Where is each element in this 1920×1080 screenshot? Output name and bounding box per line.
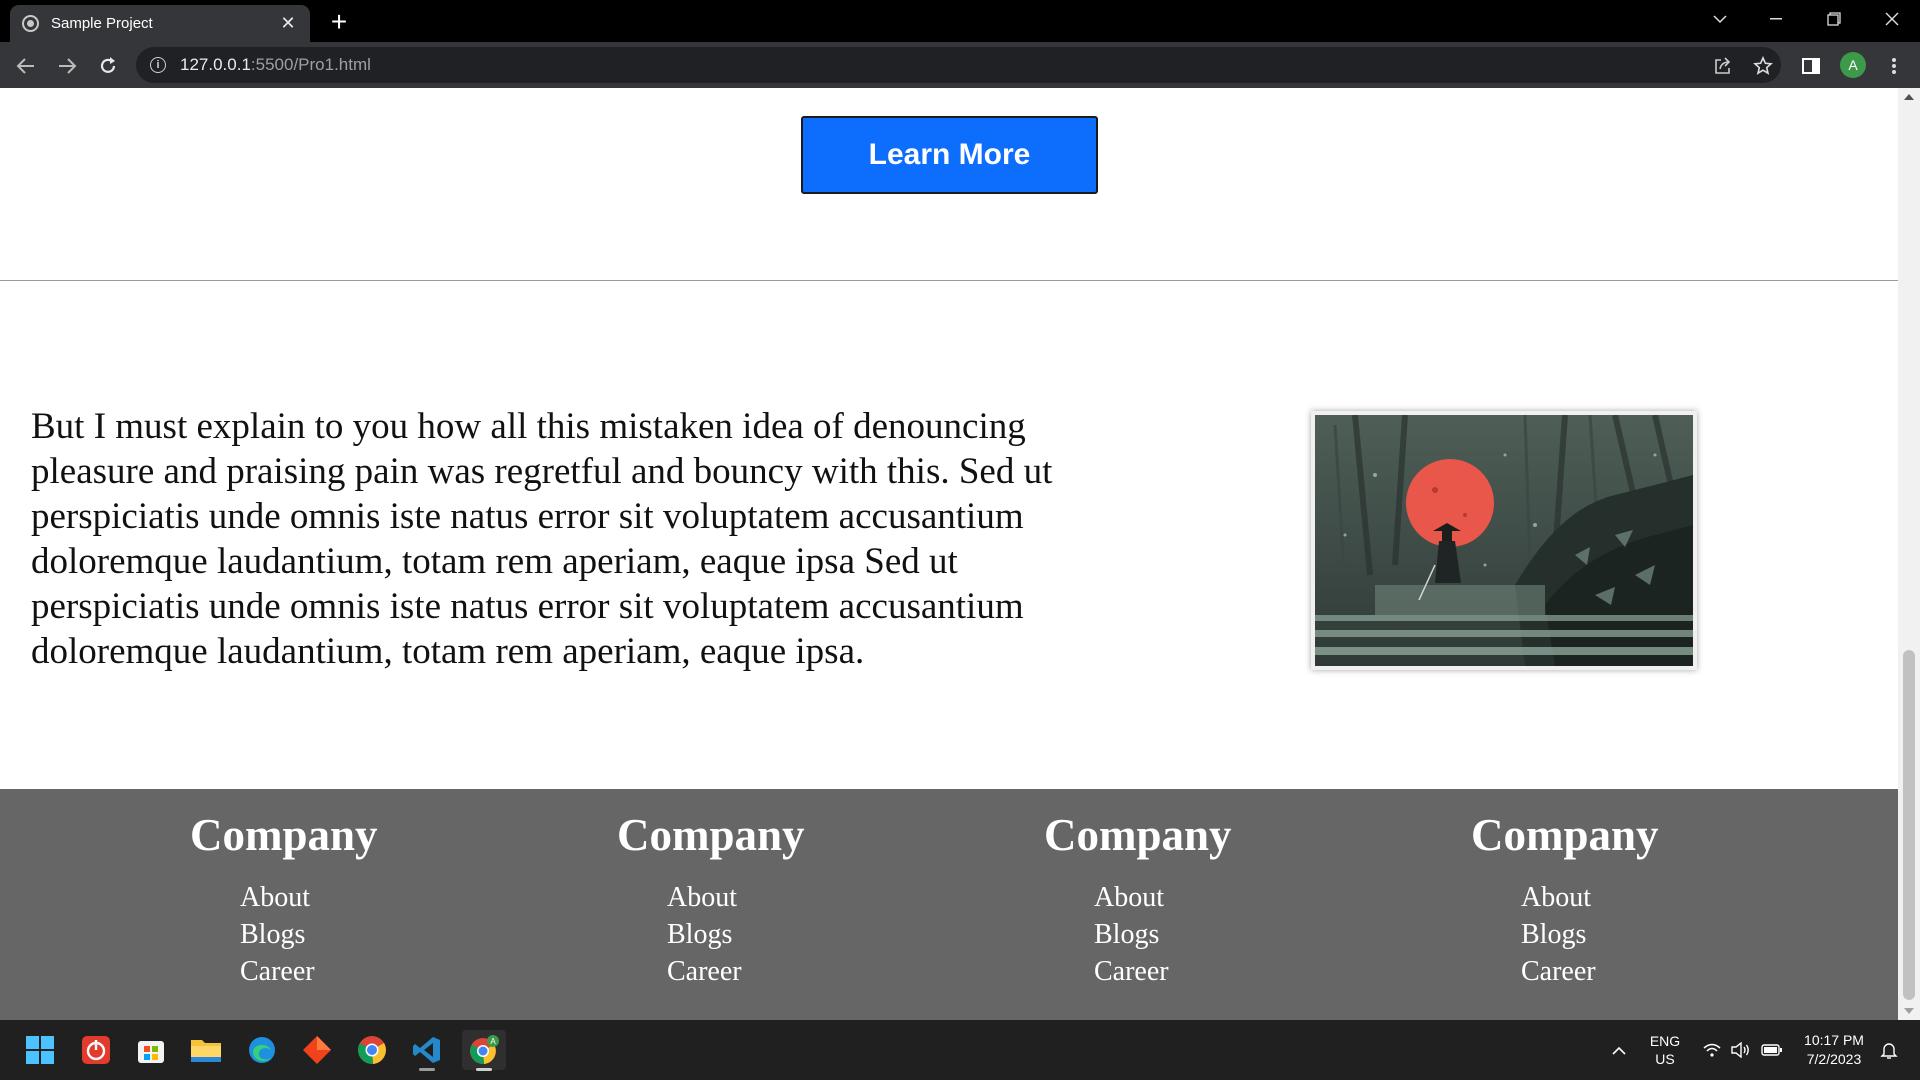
chrome-icon[interactable] [352, 1030, 392, 1070]
footer-column: Company About Blogs Career [1471, 807, 1731, 990]
chevron-up-icon[interactable] [1604, 1020, 1634, 1080]
side-panel-icon[interactable] [1795, 50, 1827, 82]
site-footer: Company About Blogs Career Company About… [0, 789, 1898, 1020]
footer-column: Company About Blogs Career [190, 807, 450, 990]
address-bar[interactable]: i 127.0.0.1:5500/Pro1.html [136, 47, 1781, 83]
scrollbar-thumb[interactable] [1903, 650, 1915, 1000]
site-info-icon[interactable]: i [150, 57, 166, 73]
microsoft-store-icon[interactable] [131, 1030, 171, 1070]
footer-column: Company About Blogs Career [617, 807, 877, 990]
page-scrollbar[interactable] [1898, 88, 1920, 1020]
svg-text:A: A [490, 1037, 496, 1046]
edge-icon[interactable] [242, 1030, 282, 1070]
footer-link-career[interactable]: Career [1521, 953, 1731, 990]
footer-heading: Company [617, 810, 805, 860]
volume-icon[interactable] [1728, 1020, 1754, 1080]
page-viewport: Learn More But I must explain to you how… [0, 88, 1898, 1020]
active-indicator [476, 1068, 492, 1071]
file-explorer-icon[interactable] [186, 1030, 226, 1070]
chrome-profile-icon[interactable]: A [462, 1030, 506, 1071]
browser-tab-strip: Sample Project ✕ + [0, 0, 1920, 42]
restore-icon[interactable] [1806, 0, 1862, 38]
tab-title: Sample Project [51, 15, 153, 32]
learn-more-button[interactable]: Learn More [801, 116, 1098, 194]
profile-avatar[interactable]: A [1840, 52, 1866, 78]
clock-time: 10:17 PM [1804, 1032, 1864, 1048]
footer-link-blogs[interactable]: Blogs [667, 916, 877, 953]
footer-link-career[interactable]: Career [240, 953, 450, 990]
scroll-up-arrow-icon[interactable] [1904, 94, 1914, 100]
footer-link-about[interactable]: About [1094, 879, 1304, 916]
footer-link-blogs[interactable]: Blogs [1094, 916, 1304, 953]
url-host: 127.0.0.1 [180, 55, 251, 74]
bookmark-star-icon[interactable] [1747, 50, 1779, 82]
back-arrow-icon[interactable] [10, 50, 42, 82]
footer-link-about[interactable]: About [1521, 879, 1731, 916]
feature-image [1311, 411, 1697, 670]
vscode-icon[interactable] [407, 1030, 447, 1071]
section-divider [0, 280, 1898, 281]
reload-icon[interactable] [92, 50, 124, 82]
footer-link-about[interactable]: About [240, 879, 450, 916]
footer-heading: Company [1044, 810, 1232, 860]
tab-close-icon[interactable]: ✕ [278, 13, 298, 34]
globe-icon [22, 15, 39, 32]
footer-heading: Company [1471, 810, 1659, 860]
footer-link-career[interactable]: Career [667, 953, 877, 990]
battery-icon[interactable] [1758, 1020, 1786, 1080]
close-window-icon[interactable] [1864, 0, 1920, 38]
power-app-icon[interactable] [76, 1030, 116, 1070]
scroll-down-arrow-icon[interactable] [1904, 1008, 1914, 1014]
menu-kebab-icon[interactable] [1878, 50, 1910, 82]
footer-link-blogs[interactable]: Blogs [240, 916, 450, 953]
url-path: :5500/Pro1.html [250, 55, 371, 74]
body-paragraph: But I must explain to you how all this m… [31, 406, 1053, 672]
language-indicator[interactable]: ENG US [1643, 1020, 1687, 1080]
clock-date: 7/2/2023 [1806, 1051, 1862, 1067]
share-icon[interactable] [1707, 50, 1739, 82]
footer-heading: Company [190, 810, 378, 860]
footer-link-blogs[interactable]: Blogs [1521, 916, 1731, 953]
running-indicator [419, 1068, 435, 1071]
clock[interactable]: 10:17 PM 7/2/2023 [1796, 1020, 1872, 1080]
footer-link-career[interactable]: Career [1094, 953, 1304, 990]
samurai-red-moon-illustration-icon [1315, 414, 1693, 666]
windows-taskbar: A ENG US 10:17 PM 7/2/2023 [0, 1020, 1920, 1080]
minimize-icon[interactable] [1748, 0, 1804, 38]
notification-bell-icon[interactable] [1874, 1020, 1904, 1080]
browser-toolbar: i 127.0.0.1:5500/Pro1.html [0, 42, 1920, 88]
browser-tab[interactable]: Sample Project ✕ [10, 5, 310, 42]
language-code: ENG [1649, 1033, 1681, 1049]
footer-column: Company About Blogs Career [1044, 807, 1304, 990]
forward-arrow-icon[interactable] [51, 50, 83, 82]
region-code: US [1655, 1051, 1675, 1067]
footer-link-about[interactable]: About [667, 879, 877, 916]
git-diamond-icon[interactable] [297, 1030, 337, 1070]
windows-start-icon[interactable] [20, 1030, 60, 1070]
wifi-icon[interactable] [1700, 1020, 1724, 1080]
tab-search-icon[interactable] [1692, 0, 1748, 38]
new-tab-button[interactable]: + [324, 6, 354, 38]
